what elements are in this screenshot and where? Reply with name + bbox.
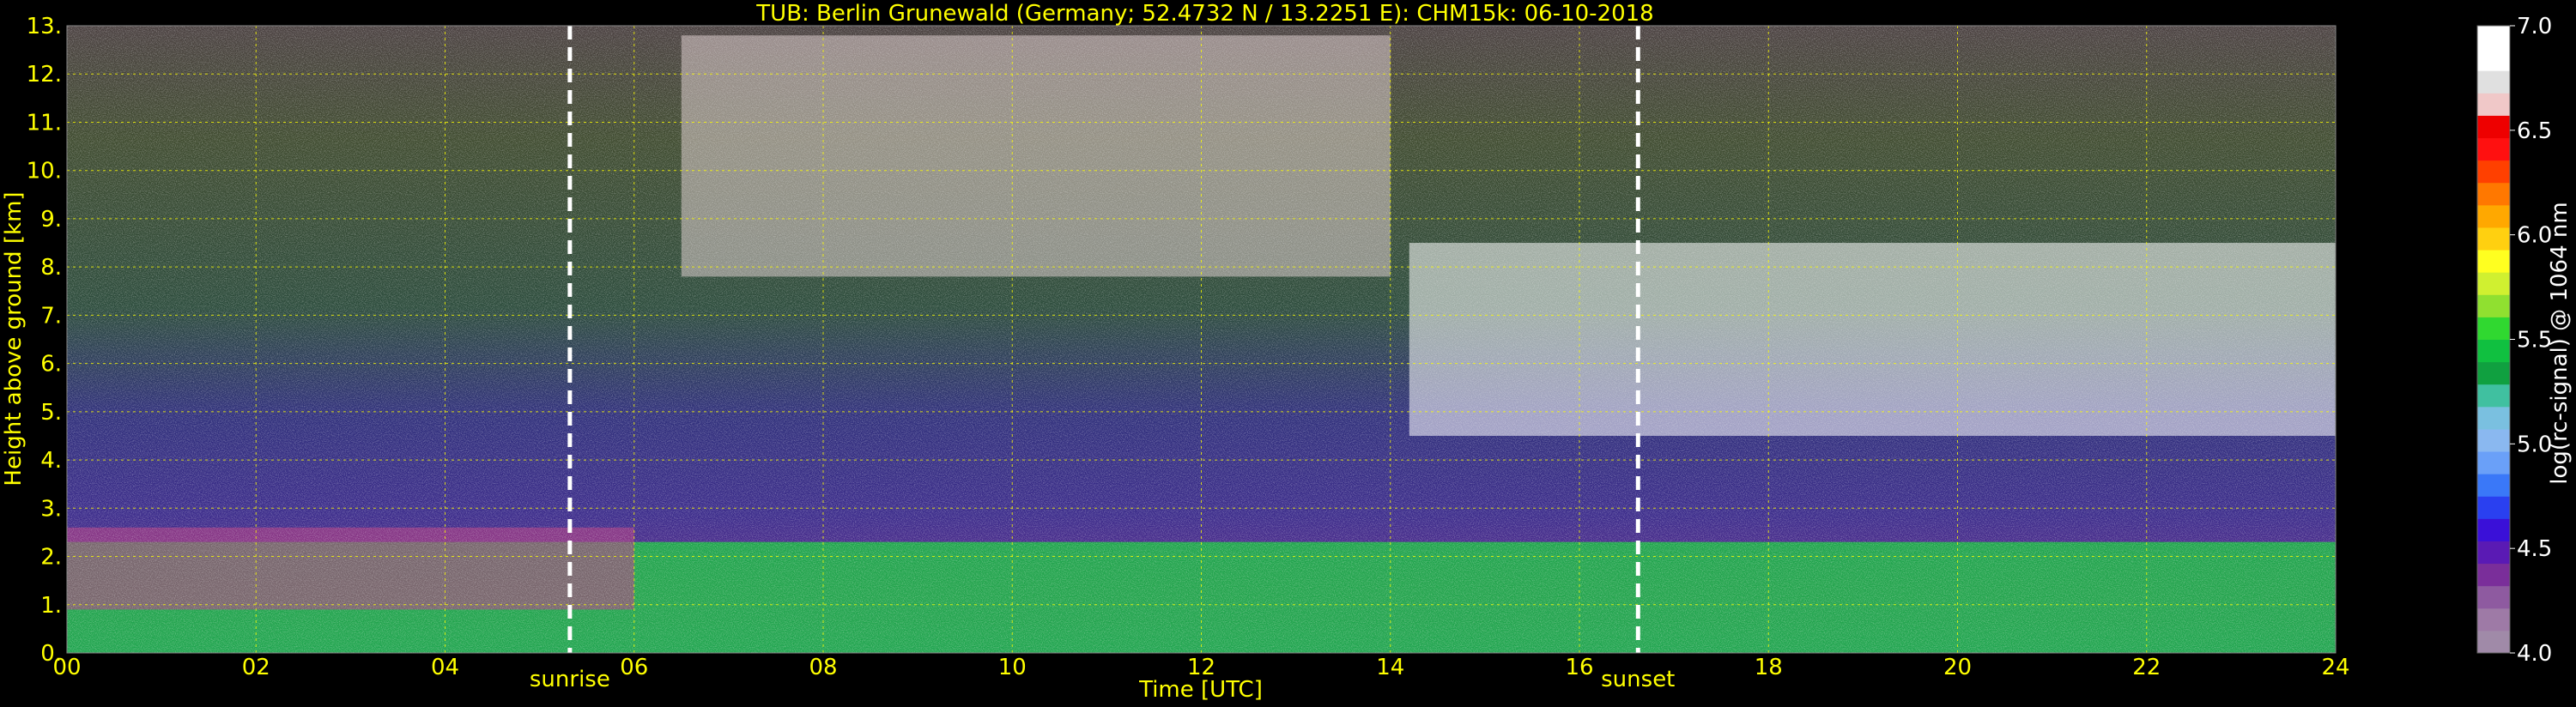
colorbar-cell	[2477, 227, 2510, 251]
x-tick-label: 06	[620, 655, 648, 680]
y-tick-label: 11.	[27, 110, 62, 136]
colorbar-cell	[2477, 496, 2510, 519]
colorbar-cell	[2477, 384, 2510, 408]
colorbar-cell	[2477, 137, 2510, 161]
y-tick-label: 2.	[40, 545, 62, 571]
colorbar-cell	[2477, 272, 2510, 295]
y-tick-label: 9.	[40, 207, 62, 233]
y-tick-label: 8.	[40, 255, 62, 281]
lidar-quicklook-chart: TUB: Berlin Grunewald (Germany; 52.4732 …	[1, 1, 2573, 703]
y-tick-label: 5.	[40, 400, 62, 426]
plot-area	[66, 25, 2337, 654]
x-tick-label: 02	[242, 655, 270, 680]
colorbar-cell	[2477, 204, 2510, 228]
colorbar-tick-label: 7.0	[2517, 14, 2552, 39]
x-tick-label: 22	[2132, 655, 2161, 680]
colorbar-label: log(rc-signal) @ 1064 nm	[2547, 202, 2573, 484]
x-tick-label: 24	[2321, 655, 2349, 680]
y-tick-label: 1.	[40, 593, 62, 619]
colorbar-cell	[2477, 182, 2510, 206]
colorbar-cell	[2477, 339, 2510, 363]
sunrise-label: sunrise	[530, 667, 610, 692]
colorbar-cell	[2477, 428, 2510, 452]
colorbar-tick-label: 4.5	[2517, 536, 2552, 562]
x-tick-label: 08	[809, 655, 837, 680]
x-tick-label: 14	[1376, 655, 1404, 680]
colorbar-cell	[2477, 406, 2510, 430]
colorbar-cell	[2477, 250, 2510, 273]
y-tick-label: 7.	[40, 303, 62, 329]
colorbar-cell	[2477, 541, 2510, 565]
colorbar-cell	[2477, 70, 2510, 94]
colorbar-cell	[2477, 93, 2510, 116]
colorbar-cell	[2477, 48, 2510, 71]
colorbar-cell	[2477, 317, 2510, 340]
colorbar-cell	[2477, 451, 2510, 474]
colorbar-cell	[2477, 563, 2510, 587]
x-tick-label: 10	[998, 655, 1027, 680]
x-tick-label: 16	[1565, 655, 1593, 680]
colorbar-tick-label: 6.5	[2517, 118, 2552, 144]
chart-title: TUB: Berlin Grunewald (Germany; 52.4732 …	[755, 1, 1653, 27]
colorbar-cell	[2477, 630, 2510, 654]
colorbar-cell	[2477, 361, 2510, 385]
colorbar-cell	[2477, 518, 2510, 541]
y-tick-label: 12.	[27, 62, 62, 88]
colorbar-cell	[2477, 294, 2510, 317]
y-axis-label: Height above ground [km]	[1, 191, 27, 486]
x-tick-label: 20	[1943, 655, 1972, 680]
colorbar-cell	[2477, 607, 2510, 631]
sunset-label: sunset	[1601, 667, 1675, 692]
colorbar-cell	[2477, 160, 2510, 184]
x-tick-label: 04	[431, 655, 459, 680]
colorbar-cell	[2477, 585, 2510, 609]
y-tick-label: 3.	[40, 496, 62, 522]
y-tick-label: 6.	[40, 352, 62, 378]
colorbar: 4.04.55.05.56.06.57.0 log(rc-signal) @ 1…	[2476, 14, 2573, 667]
y-tick-label: 13.	[27, 14, 62, 39]
colorbar-cell	[2477, 115, 2510, 139]
y-tick-label: 10.	[27, 159, 62, 184]
x-tick-label: 18	[1755, 655, 1783, 680]
y-tick-label: 4.	[40, 448, 62, 474]
colorbar-tick-label: 4.0	[2517, 641, 2552, 667]
x-axis-label: Time [UTC]	[1138, 677, 1263, 703]
colorbar-cell	[2477, 474, 2510, 497]
y-tick-label: 0.	[40, 641, 62, 667]
colorbar-cell	[2477, 26, 2510, 49]
